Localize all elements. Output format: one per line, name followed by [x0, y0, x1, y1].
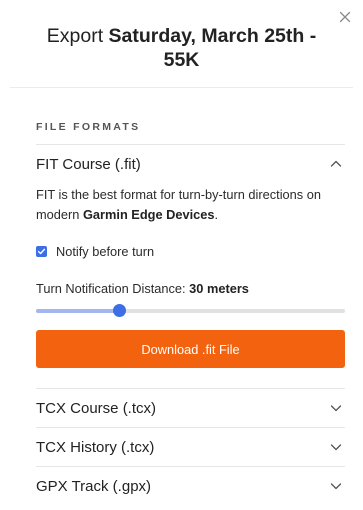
format-label-tcx-history: TCX History (.tcx) — [36, 438, 155, 456]
slider-fill — [36, 309, 120, 313]
distance-slider[interactable] — [36, 300, 345, 320]
other-formats: TCX Course (.tcx) TCX History (.tcx) GPX… — [36, 388, 345, 505]
format-row-tcx-history[interactable]: TCX History (.tcx) — [36, 427, 345, 466]
fit-description-end: . — [214, 207, 219, 222]
format-row-fit[interactable]: FIT Course (.fit) — [36, 144, 345, 183]
fit-description-devices: Garmin Edge Devices — [82, 207, 215, 222]
notify-label: Notify before turn — [56, 243, 155, 259]
format-label-fit: FIT Course (.fit) — [36, 155, 141, 173]
fit-panel: FIT is the best format for turn-by-turn … — [36, 185, 345, 368]
export-content: FILE FORMATS FIT Course (.fit) FIT is th… — [36, 88, 345, 505]
section-label: FILE FORMATS — [36, 121, 141, 133]
format-label-tcx-course: TCX Course (.tcx) — [36, 399, 157, 417]
format-label-gpx-track: GPX Track (.gpx) — [36, 477, 152, 495]
slider-thumb[interactable] — [112, 304, 126, 317]
format-row-gpx-track[interactable]: GPX Track (.gpx) — [36, 466, 345, 505]
close-icon — [339, 11, 351, 23]
close-button[interactable] — [337, 9, 353, 25]
format-row-tcx-course[interactable]: TCX Course (.tcx) — [36, 388, 345, 427]
download-fit-button[interactable]: Download .fit File — [36, 330, 345, 368]
dialog-title-prefix: Export — [46, 25, 109, 47]
notify-checkbox-row[interactable]: Notify before turn — [36, 243, 345, 259]
chevron-down-icon — [330, 483, 342, 490]
fit-description: FIT is the best format for turn-by-turn … — [36, 185, 341, 225]
chevron-up-icon — [330, 160, 342, 167]
dialog-title: Export Saturday, March 25th - 55K — [28, 24, 335, 72]
distance-value: 30 meters — [189, 281, 249, 296]
check-icon — [37, 248, 46, 254]
dialog-header: Export Saturday, March 25th - 55K — [0, 0, 363, 88]
distance-label: Turn Notification Distance: 30 meters — [36, 281, 345, 297]
chevron-down-icon — [330, 405, 342, 412]
chevron-down-icon — [330, 444, 342, 451]
dialog-title-route: Saturday, March 25th - 55K — [108, 25, 317, 71]
notify-checkbox[interactable] — [36, 245, 47, 257]
distance-label-text: Turn Notification Distance: — [36, 281, 190, 296]
